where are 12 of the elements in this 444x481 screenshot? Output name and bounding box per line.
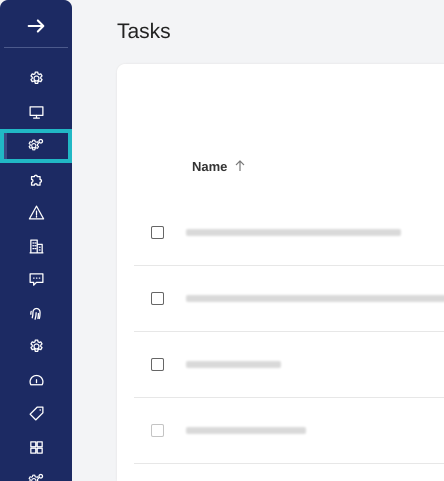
grid-icon: [28, 438, 44, 456]
row-checkbox[interactable]: [151, 292, 164, 305]
building-icon: [28, 238, 44, 255]
page-title: Tasks: [117, 20, 172, 44]
sidebar-item[interactable]: [0, 129, 72, 162]
column-header[interactable]: Name: [192, 158, 228, 174]
chat-icon: [28, 271, 44, 288]
warning-icon: [28, 204, 44, 222]
monitor-icon: [28, 104, 44, 121]
row-checkbox[interactable]: [151, 358, 164, 371]
row-checkbox[interactable]: [151, 226, 164, 239]
tag-icon: [28, 405, 44, 422]
